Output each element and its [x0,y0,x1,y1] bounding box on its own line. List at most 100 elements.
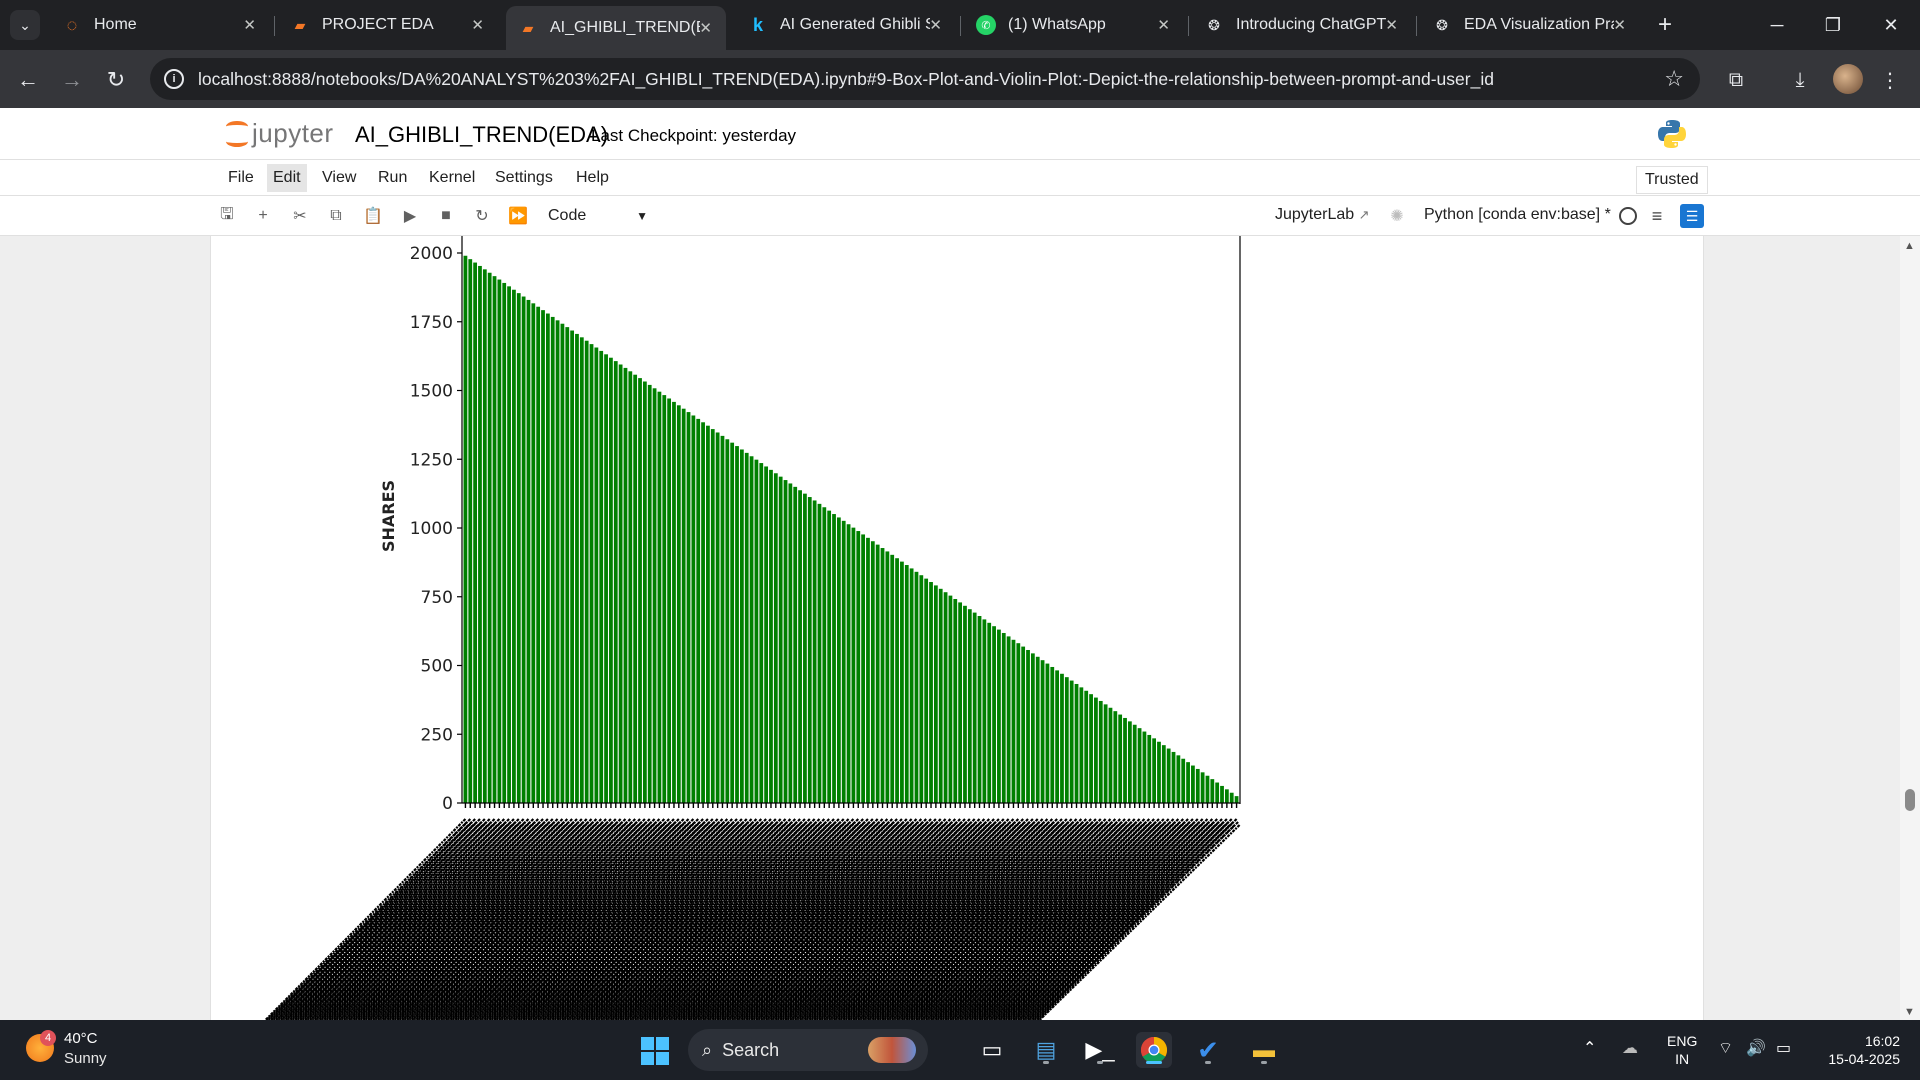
forward-button[interactable]: → [56,64,88,96]
scroll-down-icon[interactable]: ▼ [1904,1006,1915,1018]
tab-home[interactable]: ◌ Home ✕ [50,6,270,44]
back-button[interactable]: ← [12,64,44,96]
tab-kaggle[interactable]: k AI Generated Ghibli Style ✕ [736,6,956,44]
cut-icon[interactable]: ✂ [288,204,312,228]
close-icon[interactable]: ✕ [471,16,484,34]
tab-whatsapp[interactable]: ✆ (1) WhatsApp ✕ [964,6,1184,44]
bar [1084,690,1089,803]
task-view-icon[interactable]: ▭ [974,1032,1010,1068]
close-icon[interactable]: ✕ [1157,16,1170,34]
language-indicator[interactable]: ENG IN [1667,1032,1697,1068]
bar [720,435,725,804]
bar [807,497,812,803]
windows-taskbar: 4 40°C Sunny ⌕ Search ▭ ▤ ▶_ ✔ ▬ ⌃ ☁ ENG… [0,1020,1920,1080]
property-inspector-icon[interactable]: ☰ [1680,204,1704,228]
reload-button[interactable]: ↻ [100,64,132,96]
more-options-icon[interactable]: ⋮ [1874,64,1906,96]
bar [1060,673,1064,803]
bar [516,293,521,803]
menu-edit[interactable]: Edit [267,164,307,192]
close-icon[interactable]: ✕ [243,16,256,34]
cloud-offline-icon[interactable]: ☁ [1622,1038,1638,1058]
taskbar-search[interactable]: ⌕ Search [688,1029,928,1071]
menu-file[interactable]: File [222,164,260,192]
site-info-icon[interactable]: i [164,69,184,89]
terminal-icon[interactable]: ▶_ [1082,1032,1118,1068]
bar [609,357,613,803]
scroll-up-icon[interactable]: ▲ [1904,240,1915,252]
close-window-button[interactable]: ✕ [1866,8,1916,42]
y-tick-label: 2000 [410,244,453,264]
bar [1079,687,1084,803]
bar [1123,717,1127,803]
bar [735,446,739,803]
tab-project-eda[interactable]: ▰ PROJECT EDA ✕ [278,6,498,44]
cell-type-select[interactable]: Code ▼ [548,204,648,228]
bar [1113,711,1118,803]
wifi-icon[interactable]: ⌔ [1718,1038,1733,1058]
restart-icon[interactable]: ↻ [470,204,494,228]
notebook-title[interactable]: AI_GHIBLI_TREND(EDA) [355,122,608,148]
page-scrollbar[interactable]: ▲ ▼ [1900,236,1920,1020]
bar [1089,694,1093,803]
bar [1026,649,1030,803]
fast-forward-icon[interactable]: ⏩ [506,204,530,228]
close-icon[interactable]: ✕ [929,16,942,34]
jupyter-logo[interactable]: jupyter [226,118,334,149]
bookmark-star-icon[interactable]: ☆ [1664,66,1684,92]
list-view-icon[interactable]: ≡ [1645,204,1669,228]
paste-icon[interactable]: 📋 [361,204,385,228]
trusted-indicator[interactable]: Trusted [1636,166,1708,194]
menu-kernel[interactable]: Kernel [423,164,481,192]
bar [1147,734,1152,803]
address-bar[interactable]: i localhost:8888/notebooks/DA%20ANALYST%… [150,58,1700,100]
scrollbar-thumb[interactable] [1905,789,1915,811]
jupyterlab-link[interactable]: JupyterLab ↗ [1275,206,1370,224]
system-clock[interactable]: 16:02 15-04-2025 [1818,1032,1900,1068]
save-icon[interactable]: 🖫 [215,204,239,228]
extensions-icon[interactable]: ⧉ [1720,64,1752,96]
notepad-icon[interactable]: ▤ [1028,1032,1064,1068]
tab-eda-visualization[interactable]: ❂ EDA Visualization Practice ✕ [1420,6,1640,44]
menu-help[interactable]: Help [570,164,615,192]
bar [1210,779,1215,803]
restore-button[interactable]: ❐ [1808,8,1858,42]
bar [822,507,827,803]
todo-icon[interactable]: ✔ [1190,1032,1226,1068]
debugger-icon[interactable]: ✺ [1385,204,1409,228]
chrome-icon[interactable] [1136,1032,1172,1068]
battery-icon[interactable]: ▭ [1776,1038,1791,1058]
browser-tab-bar: ⌄ ◌ Home ✕ ▰ PROJECT EDA ✕ ▰ AI_GHIBLI_T… [0,0,1920,50]
profile-avatar[interactable] [1833,64,1863,94]
run-icon[interactable]: ▶ [398,204,422,228]
bar [987,622,992,803]
file-explorer-icon[interactable]: ▬ [1246,1032,1282,1068]
copy-icon[interactable]: ⧉ [324,204,348,228]
bar [1098,700,1103,803]
bar [628,371,633,803]
tab-chatgpt[interactable]: ❂ Introducing ChatGPT ✕ [1192,6,1412,44]
close-icon[interactable]: ✕ [1385,16,1398,34]
stop-icon[interactable]: ■ [434,204,458,228]
new-tab-button[interactable]: + [1650,10,1680,40]
close-icon[interactable]: ✕ [1613,16,1626,34]
bar [832,514,836,803]
bar [1011,639,1016,803]
bar [1181,758,1186,803]
bar [1064,677,1069,803]
chevron-up-icon[interactable]: ⌃ [1583,1038,1596,1058]
menu-run[interactable]: Run [372,164,413,192]
download-icon[interactable]: ⤓ [1784,64,1816,96]
minimize-button[interactable]: ─ [1752,8,1802,42]
openai-icon: ❂ [1436,16,1448,33]
menu-view[interactable]: View [316,164,362,192]
close-icon[interactable]: ✕ [699,19,712,37]
kernel-name[interactable]: Python [conda env:base] * [1424,206,1611,224]
menu-settings[interactable]: Settings [489,164,559,192]
tab-ai-ghibli-trend[interactable]: ▰ AI_GHIBLI_TREND(EDA) ✕ [506,6,726,50]
insert-cell-icon[interactable]: + [251,204,275,228]
windows-start-icon[interactable] [641,1037,669,1065]
bar [870,541,875,803]
tab-search-button[interactable]: ⌄ [10,10,40,40]
volume-icon[interactable]: 🔊 [1746,1038,1766,1058]
